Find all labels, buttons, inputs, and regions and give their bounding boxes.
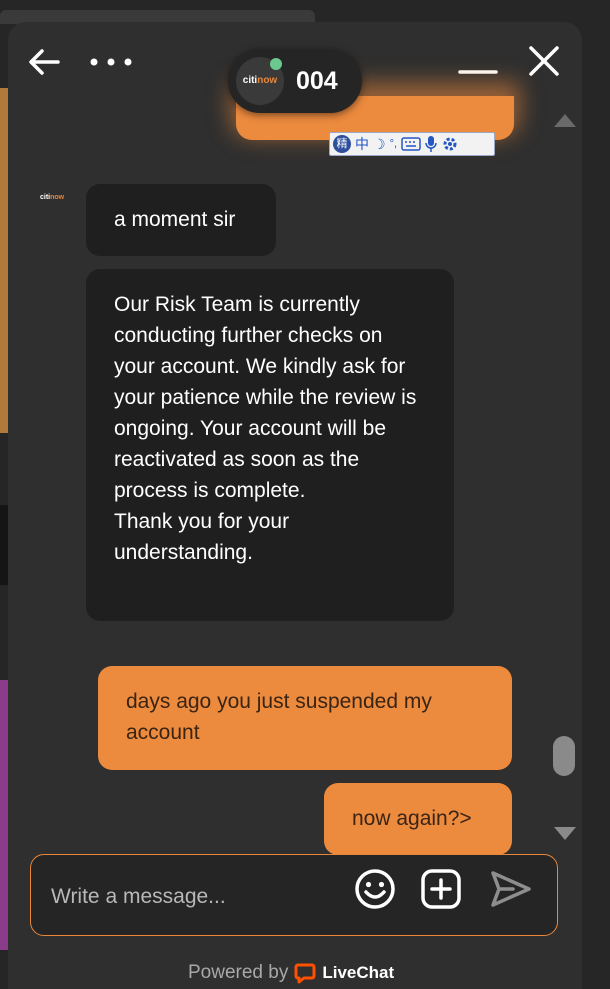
chat-widget: citinow 004 精 中 ☽ °, citinow a moment si… <box>8 22 582 989</box>
keyboard-icon[interactable] <box>401 137 421 151</box>
arrow-left-icon <box>29 49 60 75</box>
triangle-up-icon <box>554 114 576 127</box>
smiley-icon <box>355 869 395 909</box>
background-image-strip <box>0 680 8 950</box>
agent-message: a moment sir <box>86 184 276 256</box>
send-icon <box>491 871 531 907</box>
settings-icon[interactable] <box>441 135 459 153</box>
agent-avatar-accent: now <box>50 194 65 201</box>
background-image-strip <box>0 505 8 585</box>
minimize-icon <box>458 70 498 74</box>
powered-by[interactable]: Powered by LiveChat <box>188 960 394 986</box>
scrollbar-thumb[interactable] <box>553 736 575 776</box>
more-options-button[interactable] <box>88 46 134 78</box>
minimize-button[interactable] <box>456 50 500 78</box>
agent-avatar-text: citi <box>40 194 51 201</box>
agent-message: Our Risk Team is currently conducting fu… <box>86 269 454 621</box>
visitor-message: now again?> <box>324 783 512 855</box>
agent-logo-accent: now <box>257 75 278 86</box>
online-status-dot <box>270 58 282 70</box>
scroll-up-arrow[interactable] <box>553 112 577 133</box>
agent-name: 004 <box>296 67 338 95</box>
agent-info: citinow 004 <box>228 49 362 113</box>
emoji-button[interactable] <box>353 867 397 911</box>
add-attachment-button[interactable] <box>419 867 463 911</box>
more-icon <box>90 58 132 66</box>
ime-language-toggle[interactable]: 中 <box>355 134 369 154</box>
close-button[interactable] <box>524 44 564 80</box>
plus-square-icon <box>421 869 461 909</box>
livechat-brand: LiveChat <box>322 963 395 982</box>
ime-logo-icon[interactable]: 精 <box>333 135 351 153</box>
scroll-down-arrow[interactable] <box>553 826 577 847</box>
triangle-down-icon <box>554 827 576 840</box>
close-icon <box>529 46 559 76</box>
send-button[interactable] <box>487 867 535 911</box>
message-input[interactable] <box>49 879 353 915</box>
message-composer <box>30 854 558 936</box>
background-image-strip <box>0 88 8 433</box>
livechat-logo-icon <box>294 963 316 984</box>
agent-message-avatar: citinow <box>40 194 64 201</box>
ime-toolbar: 精 中 ☽ °, <box>329 132 495 156</box>
back-button[interactable] <box>26 46 62 78</box>
powered-by-label: Powered by <box>188 962 289 983</box>
microphone-icon[interactable] <box>425 135 437 153</box>
visitor-message: days ago you just suspended my account <box>98 666 512 770</box>
ime-width-toggle[interactable]: ☽ <box>373 134 386 154</box>
agent-logo-text: citi <box>242 75 258 86</box>
ime-punctuation-toggle[interactable]: °, <box>390 134 397 154</box>
